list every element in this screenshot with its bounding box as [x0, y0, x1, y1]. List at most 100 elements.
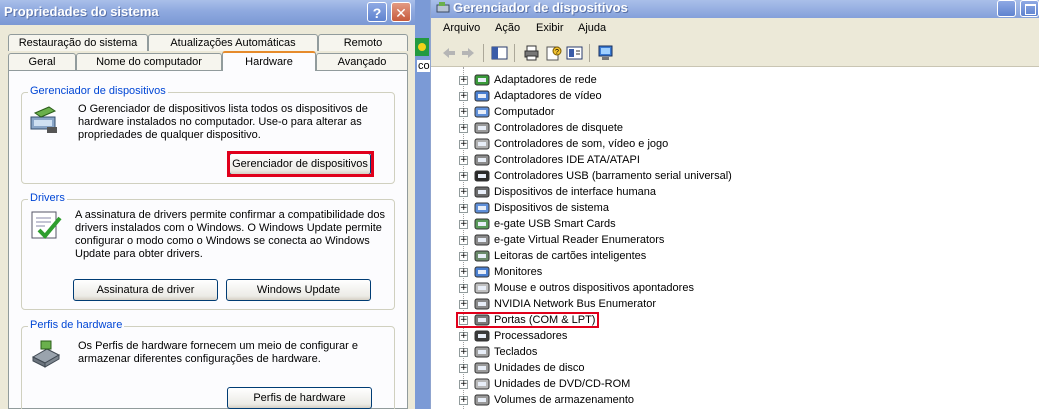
tree-node-ide-controller[interactable]: + Controladores IDE ATA/ATAPI — [431, 152, 1039, 168]
tree-node-label[interactable]: Mouse e outros dispositivos apontadores — [494, 281, 694, 295]
expand-node-icon[interactable]: + — [459, 252, 468, 261]
expand-node-icon[interactable]: + — [459, 348, 468, 357]
tree-node-network-bus[interactable]: + NVIDIA Network Bus Enumerator — [431, 296, 1039, 312]
print-icon[interactable] — [523, 45, 540, 61]
tree-node-storage-volume[interactable]: + Volumes de armazenamento — [431, 392, 1039, 408]
menu-ajuda[interactable]: Ajuda — [578, 22, 606, 34]
tree-node-keyboard[interactable]: + Teclados — [431, 344, 1039, 360]
expand-node-icon[interactable]: + — [459, 268, 468, 277]
tree-node-label[interactable]: Teclados — [494, 345, 537, 359]
expand-node-icon[interactable]: + — [459, 236, 468, 245]
tree-node-label[interactable]: Controladores de som, vídeo e jogo — [494, 137, 668, 151]
tab-atualizacoes[interactable]: Atualizações Automáticas — [148, 34, 318, 51]
help-button[interactable]: ? — [367, 2, 387, 22]
tree-node-cdrom[interactable]: + Unidades de DVD/CD-ROM — [431, 376, 1039, 392]
tree-node-reader[interactable]: + e-gate Virtual Reader Enumerators — [431, 232, 1039, 248]
tree-node-label[interactable]: Portas (COM & LPT) — [494, 313, 595, 327]
tree-node-port[interactable]: + Portas (COM & LPT) — [431, 312, 1039, 328]
expand-node-icon[interactable]: + — [459, 364, 468, 373]
expand-node-icon[interactable]: + — [459, 284, 468, 293]
expand-node-icon[interactable]: + — [459, 124, 468, 133]
expand-node-icon[interactable]: + — [459, 220, 468, 229]
tree-node-label[interactable]: Adaptadores de rede — [494, 73, 597, 87]
expand-node-icon[interactable]: + — [459, 204, 468, 213]
properties-icon[interactable] — [566, 45, 583, 61]
menu-bar: Arquivo Ação Exibir Ajuda — [431, 18, 1039, 40]
tree-node-system-device[interactable]: + Dispositivos de sistema — [431, 200, 1039, 216]
windows-update-button[interactable]: Windows Update — [226, 279, 371, 301]
tree-node-mouse[interactable]: + Mouse e outros dispositivos apontadores — [431, 280, 1039, 296]
tree-node-disk-drive[interactable]: + Unidades de disco — [431, 360, 1039, 376]
tree-node-label[interactable]: Unidades de disco — [494, 361, 585, 375]
tab-hardware[interactable]: Hardware — [222, 51, 316, 71]
tree-node-monitor[interactable]: + Monitores — [431, 264, 1039, 280]
tree-node-smart-card[interactable]: + e-gate USB Smart Cards — [431, 216, 1039, 232]
maximize-button[interactable] — [1020, 0, 1039, 17]
expand-node-icon[interactable]: + — [459, 188, 468, 197]
tree-node-label[interactable]: NVIDIA Network Bus Enumerator — [494, 297, 656, 311]
tree-view-icon[interactable] — [491, 45, 508, 61]
device-manager-button[interactable]: Gerenciador de dispositivos — [229, 153, 371, 175]
expand-node-icon[interactable]: + — [459, 396, 468, 405]
tree-node-label[interactable]: Monitores — [494, 265, 542, 279]
tree-node-label[interactable]: Controladores de disquete — [494, 121, 623, 135]
smart-card-reader-icon — [474, 250, 490, 262]
expand-node-icon[interactable]: + — [459, 76, 468, 85]
tree-node-usb[interactable]: + Controladores USB (barramento serial un… — [431, 168, 1039, 184]
close-button[interactable]: ✕ — [391, 2, 411, 22]
tree-node-processor[interactable]: + Processadores — [431, 328, 1039, 344]
tree-node-label[interactable]: Dispositivos de sistema — [494, 201, 609, 215]
toolbar-separator — [483, 44, 484, 62]
tree-node-sound[interactable]: + Controladores de som, vídeo e jogo — [431, 136, 1039, 152]
expand-node-icon[interactable]: + — [459, 108, 468, 117]
tree-node-computer[interactable]: + Computador — [431, 104, 1039, 120]
tree-node-floppy-controller[interactable]: + Controladores de disquete — [431, 120, 1039, 136]
cdrom-icon — [474, 378, 490, 390]
tree-node-label[interactable]: Computador — [494, 105, 555, 119]
device-tree: + Adaptadores de rede + Adaptadores de víde… — [431, 67, 1039, 409]
properties-help-icon[interactable]: ? — [545, 45, 562, 61]
tab-geral[interactable]: Geral — [8, 53, 76, 70]
tree-node-label[interactable]: e-gate Virtual Reader Enumerators — [494, 233, 664, 247]
tree-node-label[interactable]: Adaptadores de vídeo — [494, 89, 602, 103]
tree-node-label[interactable]: Dispositivos de interface humana — [494, 185, 656, 199]
system-properties-titlebar[interactable]: Propriedades do sistema ? ✕ — [0, 0, 415, 25]
sound-icon — [474, 138, 490, 150]
tree-node-network-card[interactable]: + Adaptadores de rede — [431, 72, 1039, 88]
tab-remoto[interactable]: Remoto — [318, 34, 408, 51]
expand-node-icon[interactable]: + — [459, 316, 468, 325]
tree-node-label[interactable]: Processadores — [494, 329, 567, 343]
hardware-profiles-button[interactable]: Perfis de hardware — [227, 387, 372, 409]
device-manager-titlebar[interactable]: Gerenciador de dispositivos — [431, 0, 1039, 18]
expand-node-icon[interactable]: + — [459, 332, 468, 341]
computer-scan-icon[interactable] — [597, 45, 614, 61]
tree-node-label[interactable]: e-gate USB Smart Cards — [494, 217, 616, 231]
hid-icon — [474, 186, 490, 198]
tab-avancado[interactable]: Avançado — [316, 53, 408, 70]
tree-node-label[interactable]: Leitoras de cartões inteligentes — [494, 249, 646, 263]
menu-exibir[interactable]: Exibir — [536, 22, 564, 34]
expand-node-icon[interactable]: + — [459, 156, 468, 165]
expand-node-icon[interactable]: + — [459, 380, 468, 389]
tree-node-label[interactable]: Controladores USB (barramento serial uni… — [494, 169, 732, 183]
tree-node-hid[interactable]: + Dispositivos de interface humana — [431, 184, 1039, 200]
expand-node-icon[interactable]: + — [459, 140, 468, 149]
driver-signing-button[interactable]: Assinatura de driver — [73, 279, 218, 301]
tree-node-display-adapter[interactable]: + Adaptadores de vídeo — [431, 88, 1039, 104]
tree-node-label[interactable]: Volumes de armazenamento — [494, 393, 634, 407]
back-arrow-icon[interactable] — [440, 45, 457, 61]
tree-node-label[interactable]: Controladores IDE ATA/ATAPI — [494, 153, 640, 167]
expand-node-icon[interactable]: + — [459, 172, 468, 181]
tree-node-label[interactable]: Unidades de DVD/CD-ROM — [494, 377, 630, 391]
svg-text:?: ? — [555, 49, 559, 56]
tree-node-smart-card-reader[interactable]: + Leitoras de cartões inteligentes — [431, 248, 1039, 264]
tab-restauracao[interactable]: Restauração do sistema — [8, 34, 148, 51]
toolbar: ? — [431, 40, 1039, 67]
expand-node-icon[interactable]: + — [459, 300, 468, 309]
minimize-button[interactable] — [997, 0, 1016, 17]
menu-arquivo[interactable]: Arquivo — [443, 22, 480, 34]
forward-arrow-icon[interactable] — [460, 45, 477, 61]
expand-node-icon[interactable]: + — [459, 92, 468, 101]
menu-acao[interactable]: Ação — [495, 22, 520, 34]
tab-nome-computador[interactable]: Nome do computador — [76, 53, 222, 70]
